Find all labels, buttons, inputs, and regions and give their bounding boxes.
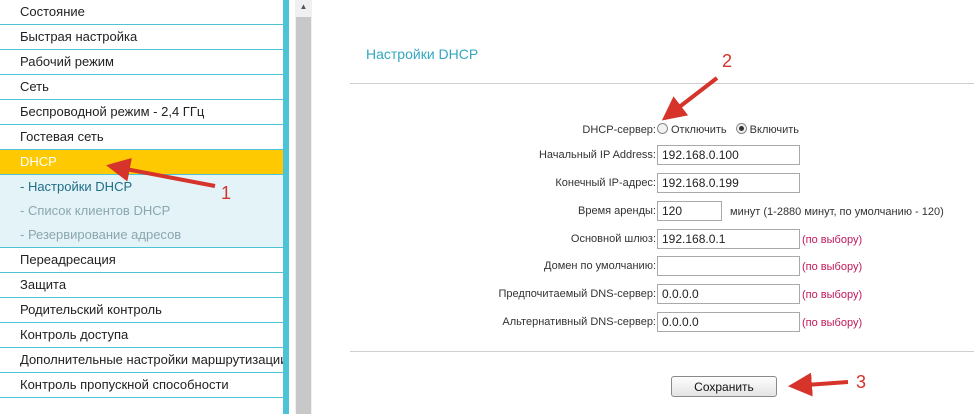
arrow-1-icon <box>106 157 216 188</box>
annotation-arrows <box>106 76 849 397</box>
annotation-number-3: 3 <box>856 372 867 392</box>
arrow-3-icon <box>788 372 849 397</box>
arrow-2-icon <box>661 76 719 121</box>
annotation-number-2: 2 <box>722 51 733 71</box>
annotation-number-1: 1 <box>221 183 232 203</box>
